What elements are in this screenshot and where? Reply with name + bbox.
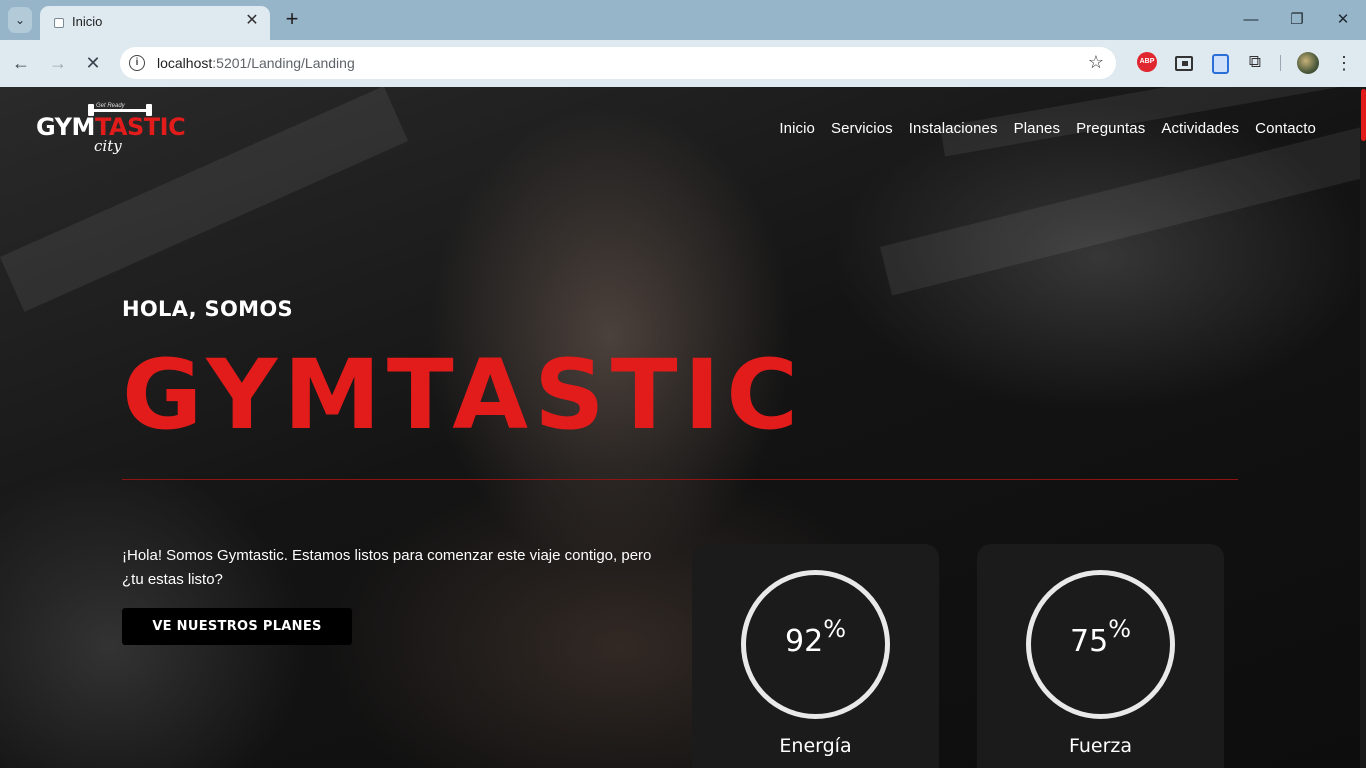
nav-link-instalaciones[interactable]: Instalaciones	[909, 120, 998, 137]
toolbar-divider	[1280, 55, 1281, 71]
chevron-down-icon: ⌄	[14, 13, 26, 27]
nav-link-planes[interactable]: Planes	[1014, 120, 1060, 137]
picture-in-picture-icon[interactable]	[1173, 52, 1193, 72]
stat-value: 75%	[1070, 615, 1131, 659]
nav-link-actividades[interactable]: Actividades	[1161, 120, 1239, 137]
logo-script: city	[94, 137, 122, 155]
new-tab-button[interactable]: +	[281, 8, 303, 30]
extensions-icon[interactable]: ⧉	[1245, 52, 1265, 72]
browser-tabstrip: ⌄ Inicio ✕ + — ❐ ✕	[0, 0, 1366, 40]
nav-link-contacto[interactable]: Contacto	[1255, 120, 1316, 137]
url-text: localhost:5201/Landing/Landing	[157, 55, 355, 71]
back-arrow-icon[interactable]: ←	[8, 50, 34, 76]
minimize-icon[interactable]: —	[1239, 8, 1263, 32]
forward-arrow-icon[interactable]: →	[45, 50, 71, 76]
tab-title: Inicio	[72, 14, 103, 29]
hero-intro-text: ¡Hola! Somos Gymtastic. Estamos listos p…	[122, 547, 652, 588]
browser-tab[interactable]: Inicio ✕	[40, 6, 270, 40]
browser-toolbar: ← → ✕ i localhost:5201/Landing/Landing ☆…	[0, 40, 1366, 87]
nav-link-servicios[interactable]: Servicios	[831, 120, 893, 137]
hero-divider	[122, 479, 1238, 480]
page-scrollbar[interactable]	[1360, 87, 1366, 768]
profile-avatar[interactable]	[1297, 52, 1319, 74]
stat-card-fuerza: 75% Fuerza	[977, 544, 1224, 768]
scrollbar-thumb[interactable]	[1361, 89, 1366, 141]
close-window-icon[interactable]: ✕	[1331, 8, 1355, 32]
bookmark-star-icon[interactable]: ☆	[1088, 52, 1104, 73]
nav-link-preguntas[interactable]: Preguntas	[1076, 120, 1145, 137]
hero-title: GYMTASTIC	[122, 339, 805, 451]
nav-link-inicio[interactable]: Inicio	[779, 120, 815, 137]
landing-page: Get Ready GYMTASTIC city Inicio Servicio…	[0, 87, 1366, 768]
address-bar[interactable]: i localhost:5201/Landing/Landing ☆	[120, 47, 1116, 79]
main-nav: Inicio Servicios Instalaciones Planes Pr…	[779, 120, 1316, 137]
stat-value: 92%	[785, 615, 846, 659]
view-plans-button[interactable]: VE NUESTROS PLANES	[122, 608, 352, 645]
url-path: :5201/Landing/Landing	[212, 55, 355, 71]
stat-card-energia: 92% Energía	[692, 544, 939, 768]
stat-label: Energía	[779, 735, 852, 757]
close-tab-icon[interactable]: ✕	[242, 11, 262, 31]
adblock-plus-icon[interactable]: ABP	[1137, 52, 1157, 72]
page-favicon-icon	[54, 18, 64, 28]
restore-icon[interactable]: ❐	[1285, 8, 1309, 32]
site-logo[interactable]: Get Ready GYMTASTIC city	[36, 99, 188, 157]
more-menu-icon[interactable]: ⋮	[1334, 52, 1354, 74]
logo-tagline: Get Ready	[96, 103, 125, 109]
url-host: localhost	[157, 55, 213, 71]
site-info-icon[interactable]: i	[129, 55, 145, 71]
hero-greeting: HOLA, SOMOS	[122, 297, 293, 321]
tab-search-button[interactable]: ⌄	[8, 7, 32, 33]
copy-icon[interactable]	[1209, 52, 1229, 74]
stat-label: Fuerza	[1068, 735, 1133, 757]
stop-loading-icon[interactable]: ✕	[80, 50, 106, 76]
